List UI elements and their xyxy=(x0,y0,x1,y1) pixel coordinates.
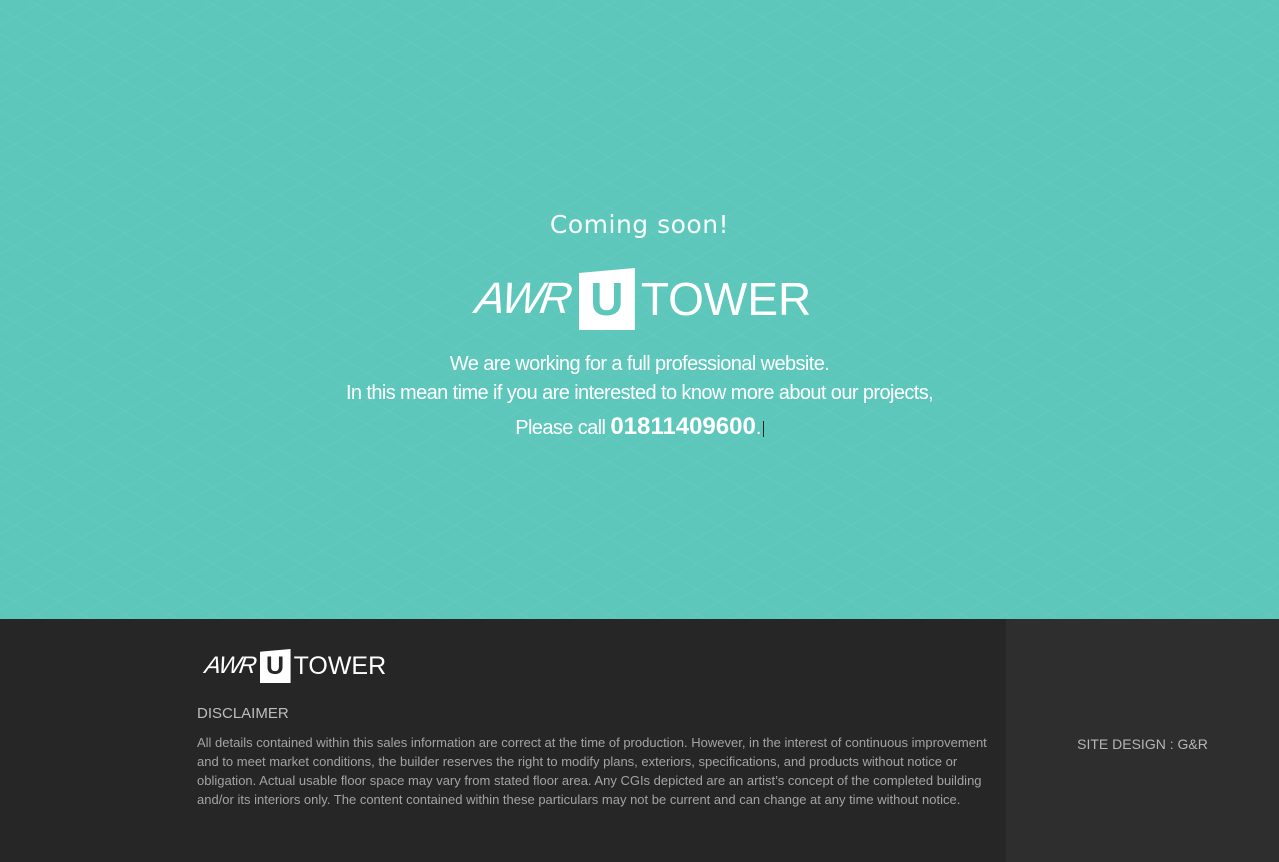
call-prefix: Please call xyxy=(515,417,606,439)
disclaimer-title: DISCLAIMER xyxy=(197,705,289,722)
hero-logo: AWR U TOWER xyxy=(473,268,812,330)
footer: AWR U TOWER DISCLAIMER All details conta… xyxy=(0,619,1279,862)
hero-message-line-1: We are working for a full professional w… xyxy=(449,353,830,375)
call-suffix: . xyxy=(755,417,762,439)
hero-message: We are working for a full professional w… xyxy=(0,350,1279,443)
footer-credits-panel: SITE DESIGN : G&R xyxy=(1006,619,1279,862)
coming-soon-heading: Coming soon! xyxy=(549,210,730,239)
hero-message-line-2: In this mean time if you are interested … xyxy=(345,382,934,404)
hero-message-line-3: Please call 01811409600. xyxy=(0,412,1279,443)
text-cursor xyxy=(762,420,764,437)
hero-section: Coming soon! AWR U TOWER We are working … xyxy=(0,0,1279,619)
footer-logo-tower-text: TOWER xyxy=(293,651,387,680)
logo-awr-text: AWR xyxy=(472,274,573,323)
logo-u-badge: U xyxy=(578,268,635,330)
logo-tower-text: TOWER xyxy=(640,273,812,325)
phone-number[interactable]: 01811409600 xyxy=(610,413,756,440)
footer-logo-awr-text: AWR xyxy=(203,652,257,679)
footer-logo-u-badge: U xyxy=(259,649,291,683)
footer-logo[interactable]: AWR U TOWER xyxy=(203,649,387,683)
disclaimer-text: All details contained within this sales … xyxy=(197,735,987,807)
site-design-credit: SITE DESIGN : G&R xyxy=(1077,736,1208,752)
